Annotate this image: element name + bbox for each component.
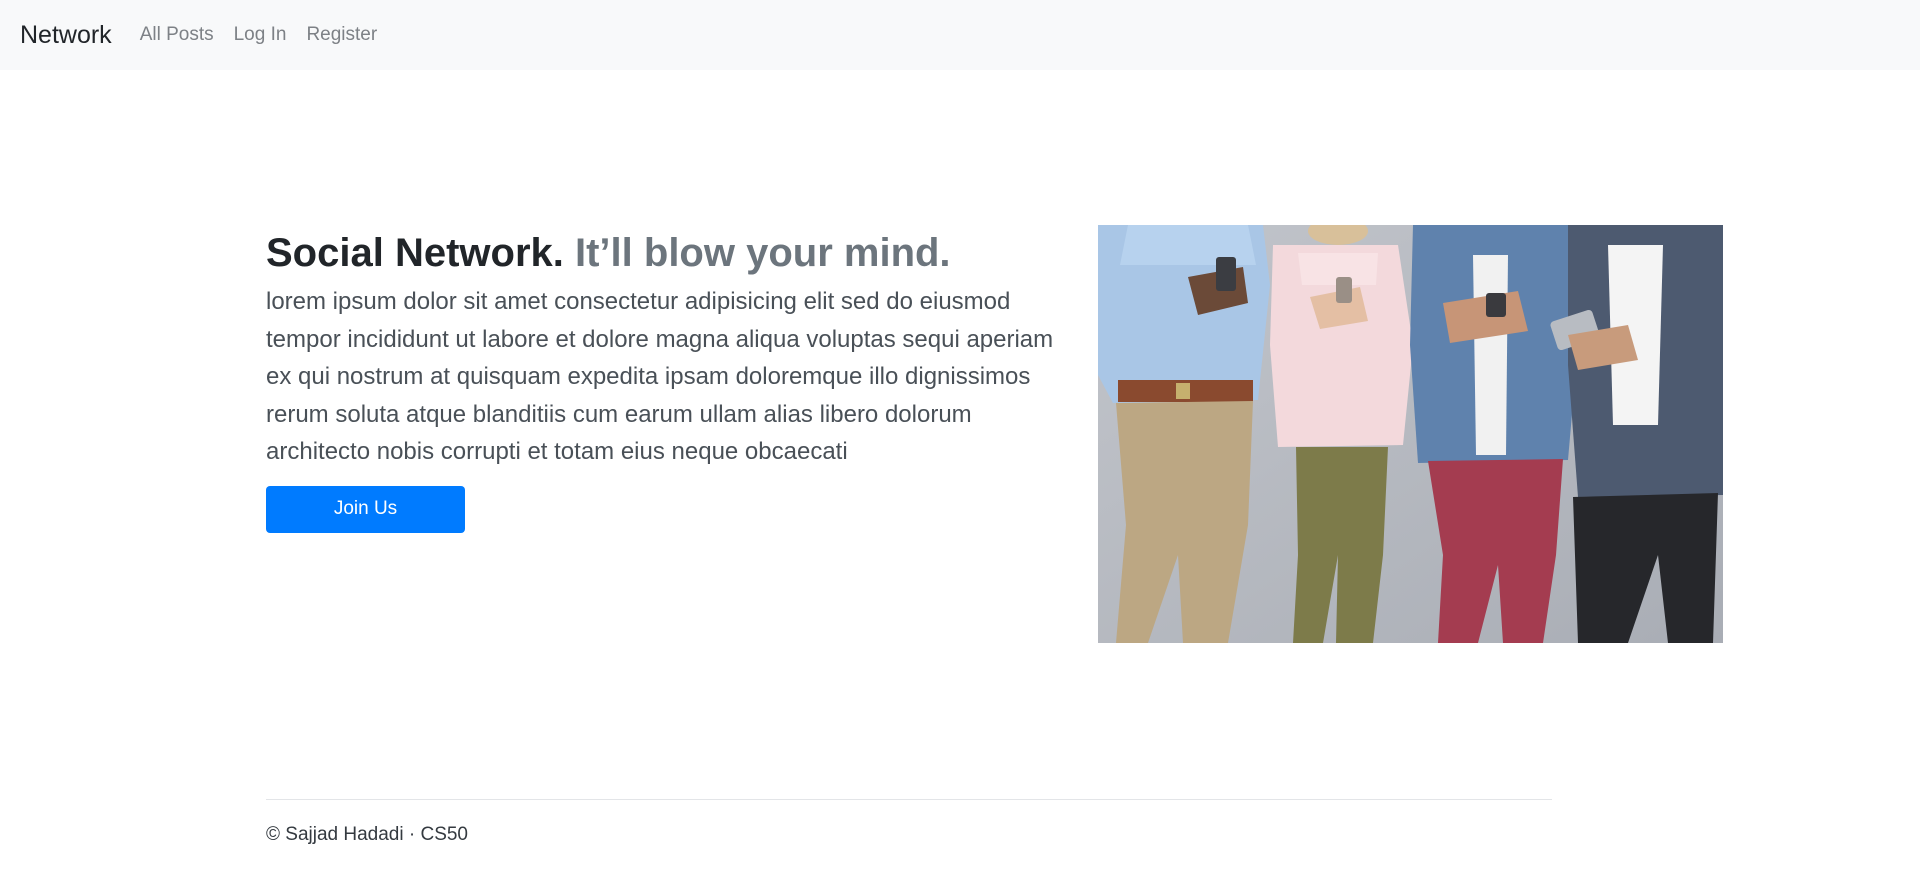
nav-link-log-in[interactable]: Log In [234, 24, 287, 46]
nav-link-register[interactable]: Register [306, 24, 377, 46]
hero-lead-paragraph: lorem ipsum dolor sit amet consectetur a… [266, 288, 1054, 465]
hero-title-primary: Social Network. [266, 231, 564, 275]
hero-headline: Social Network. It’ll blow your mind. [266, 225, 1066, 281]
hero-photo [1098, 225, 1723, 643]
footer-divider [266, 799, 1552, 800]
hero-section: Social Network. It’ll blow your mind. lo… [266, 225, 1723, 643]
hero-title-secondary: It’ll blow your mind. [575, 231, 951, 275]
footer-copyright: © Sajjad Hadadi · CS50 [266, 824, 468, 845]
nav-link-all-posts[interactable]: All Posts [140, 24, 214, 46]
hero-text: Social Network. It’ll blow your mind. lo… [266, 225, 1066, 533]
brand-link[interactable]: Network [20, 21, 112, 50]
top-navbar: Network All Posts Log In Register [0, 0, 1920, 70]
join-us-button[interactable]: Join Us [266, 485, 465, 533]
